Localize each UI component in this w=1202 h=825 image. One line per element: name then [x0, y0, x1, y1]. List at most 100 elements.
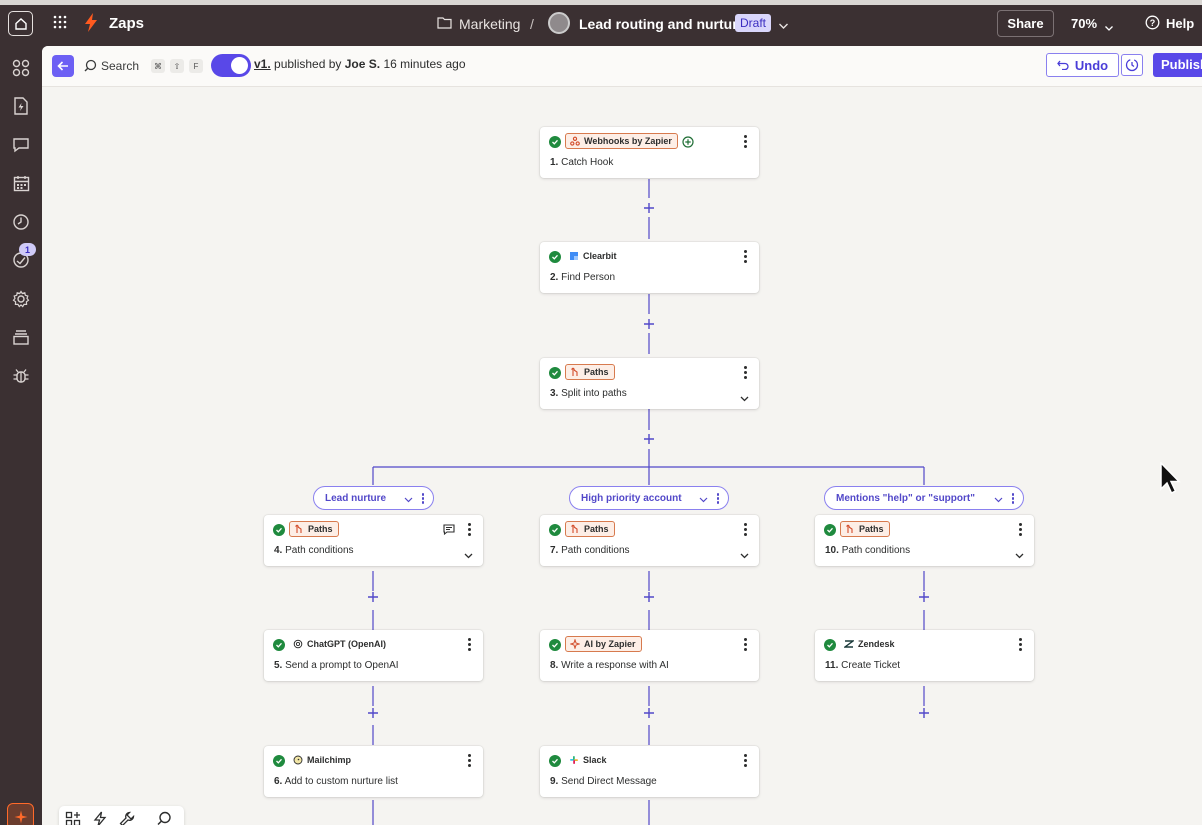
check-icon: [549, 524, 561, 536]
more-options-icon[interactable]: [744, 638, 748, 651]
step-card-5[interactable]: ChatGPT (OpenAI) 5. Send a prompt to Ope…: [264, 630, 483, 681]
path-name: High priority account: [581, 492, 682, 504]
calendar-icon[interactable]: [11, 173, 31, 193]
version-link[interactable]: v1.: [254, 57, 271, 71]
bug-icon[interactable]: [11, 366, 31, 386]
path-name: Lead nurture: [325, 492, 387, 504]
zap-file-icon[interactable]: [11, 96, 31, 116]
add-widget-icon[interactable]: [65, 811, 81, 825]
versions-icon[interactable]: [11, 327, 31, 347]
chevron-down-icon[interactable]: [994, 495, 1003, 506]
bolt-icon[interactable]: [93, 811, 107, 825]
status-badge: Draft: [735, 14, 772, 32]
help-icon[interactable]: ?: [1145, 15, 1160, 35]
undo-label: Undo: [1074, 57, 1109, 73]
step-label: 4. Path conditions: [274, 545, 354, 556]
chat-icon[interactable]: [11, 135, 31, 155]
step-card-6[interactable]: Mailchimp 6. Add to custom nurture list: [264, 746, 483, 797]
app-name: AI by Zapier: [584, 639, 636, 649]
search-button[interactable]: Search: [101, 59, 139, 73]
arrow-left-icon: [57, 61, 68, 71]
path-label-lead-nurture[interactable]: Lead nurture: [313, 486, 434, 510]
search-icon[interactable]: [84, 59, 97, 77]
path-label-high-priority[interactable]: High priority account: [569, 486, 729, 510]
step-card-2[interactable]: Clearbit 2. Find Person: [540, 242, 759, 293]
check-icon: [824, 524, 836, 536]
step-card-1[interactable]: Webhooks by Zapier 1. Catch Hook: [540, 127, 759, 178]
webhook-icon: [570, 136, 580, 146]
check-icon: [549, 639, 561, 651]
more-options-icon[interactable]: [744, 135, 748, 148]
slack-icon: [570, 756, 578, 764]
more-options-icon[interactable]: [1019, 638, 1023, 651]
more-options-icon[interactable]: [744, 250, 748, 263]
app-badge: Mailchimp: [289, 752, 356, 768]
chevron-down-icon[interactable]: [740, 389, 749, 407]
more-options-icon[interactable]: [744, 523, 748, 536]
step-card-9[interactable]: Slack 9. Send Direct Message: [540, 746, 759, 797]
zaps-link[interactable]: Zaps: [109, 15, 144, 32]
more-options-icon[interactable]: [716, 493, 719, 504]
step-label: 3. Split into paths: [550, 388, 627, 399]
app-launcher-button[interactable]: [53, 15, 67, 34]
step-card-10[interactable]: Paths 10. Path conditions: [815, 515, 1034, 566]
add-step-plus: [644, 708, 654, 718]
avatar: [548, 12, 570, 34]
breadcrumb-folder[interactable]: Marketing: [459, 16, 520, 32]
published-time: 16 minutes ago: [380, 57, 466, 71]
zap-title[interactable]: Lead routing and nurture: [579, 16, 745, 32]
step-card-8[interactable]: AI by Zapier 8. Write a response with AI: [540, 630, 759, 681]
publish-button[interactable]: Publish: [1153, 53, 1202, 77]
more-options-icon[interactable]: [1011, 493, 1014, 504]
check-icon: [273, 524, 285, 536]
paths-icon: [571, 367, 578, 376]
window-strip: [0, 0, 1202, 5]
more-options-icon[interactable]: [1019, 523, 1023, 536]
zoom-select[interactable]: 70%: [1071, 16, 1097, 31]
zapier-logo-icon[interactable]: [7, 803, 34, 825]
more-options-icon[interactable]: [468, 638, 472, 651]
add-step-plus: [644, 434, 654, 444]
more-options-icon[interactable]: [468, 523, 472, 536]
share-button[interactable]: Share: [997, 10, 1054, 37]
check-icon: [273, 639, 285, 651]
svg-text:?: ?: [1150, 18, 1156, 28]
step-card-7[interactable]: Paths 7. Path conditions: [540, 515, 759, 566]
chevron-down-icon[interactable]: [699, 495, 708, 506]
history-icon[interactable]: [11, 212, 31, 232]
wrench-icon[interactable]: [119, 811, 135, 825]
check-icon: [549, 367, 561, 379]
settings-icon[interactable]: [11, 289, 31, 309]
step-label: 10. Path conditions: [825, 545, 911, 556]
add-step-plus: [644, 592, 654, 602]
app-badge: Paths: [565, 364, 615, 380]
add-tool-icon[interactable]: [682, 135, 694, 153]
title-menu-chevron[interactable]: [778, 17, 789, 35]
chevron-down-icon[interactable]: [1015, 546, 1024, 564]
home-button[interactable]: [8, 11, 33, 36]
chevron-down-icon[interactable]: [404, 495, 413, 506]
step-card-4[interactable]: Paths 4. Path conditions: [264, 515, 483, 566]
version-history-button[interactable]: [1121, 54, 1143, 76]
chevron-down-icon[interactable]: [464, 546, 473, 564]
step-label: 1. Catch Hook: [550, 157, 614, 168]
search-icon[interactable]: [157, 811, 172, 825]
chevron-down-icon[interactable]: [1104, 19, 1114, 37]
zap-on-off-toggle[interactable]: [211, 54, 251, 77]
more-options-icon[interactable]: [744, 366, 748, 379]
comment-icon[interactable]: [443, 522, 455, 540]
add-step-plus: [368, 708, 378, 718]
help-link[interactable]: Help: [1166, 16, 1194, 31]
chevron-down-icon[interactable]: [740, 546, 749, 564]
undo-button[interactable]: Undo: [1046, 53, 1119, 77]
more-options-icon[interactable]: [421, 493, 424, 504]
back-button[interactable]: [52, 55, 74, 77]
more-options-icon[interactable]: [744, 754, 748, 767]
step-card-3[interactable]: Paths 3. Split into paths: [540, 358, 759, 409]
more-options-icon[interactable]: [468, 754, 472, 767]
step-card-11[interactable]: Zendesk 11. Create Ticket: [815, 630, 1034, 681]
shortcut-key: ⌘: [151, 59, 165, 73]
path-label-mentions-help[interactable]: Mentions "help" or "support": [824, 486, 1024, 510]
apps-icon[interactable]: [11, 58, 31, 78]
step-label: 2. Find Person: [550, 272, 616, 283]
